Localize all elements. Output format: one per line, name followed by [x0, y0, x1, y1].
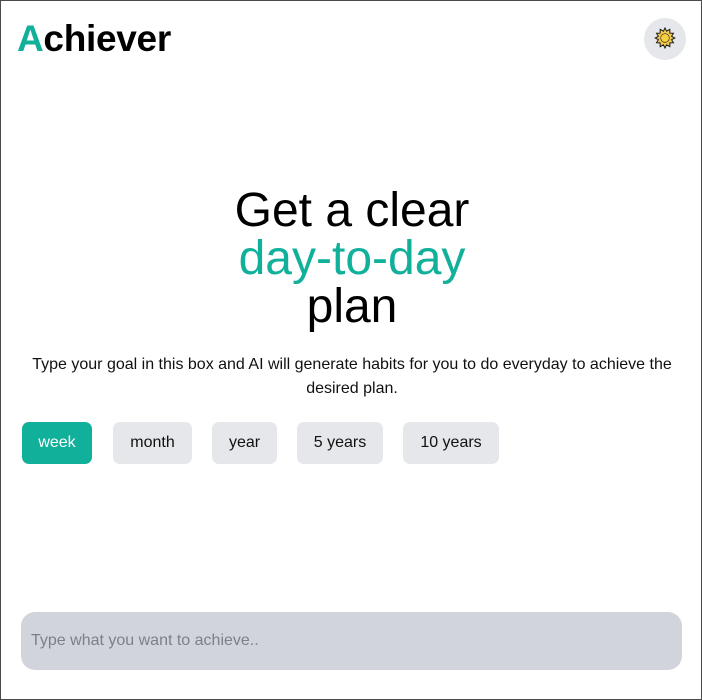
period-year-button[interactable]: year: [212, 422, 277, 464]
hero-line-2: day-to-day: [238, 232, 466, 285]
goal-input[interactable]: [21, 612, 682, 670]
app-logo[interactable]: Achiever: [17, 18, 171, 60]
period-month-button[interactable]: month: [113, 422, 192, 464]
period-10-years-button[interactable]: 10 years: [403, 422, 499, 464]
period-week-button[interactable]: week: [22, 422, 92, 464]
sun-icon: [654, 26, 676, 52]
hero-line-1: Get a clear: [234, 184, 470, 237]
hero-line-3: plan: [306, 280, 398, 333]
theme-toggle-button[interactable]: [644, 18, 686, 60]
app-window: Achiever Get a clear day-to-day plan Typ…: [0, 0, 702, 700]
logo-accent-letter: A: [17, 18, 44, 59]
logo-text: chiever: [43, 18, 171, 59]
period-5-years-button[interactable]: 5 years: [297, 422, 383, 464]
subtitle-text: Type your goal in this box and AI will g…: [32, 356, 672, 397]
hero-heading: Get a clear day-to-day plan: [1, 187, 702, 331]
